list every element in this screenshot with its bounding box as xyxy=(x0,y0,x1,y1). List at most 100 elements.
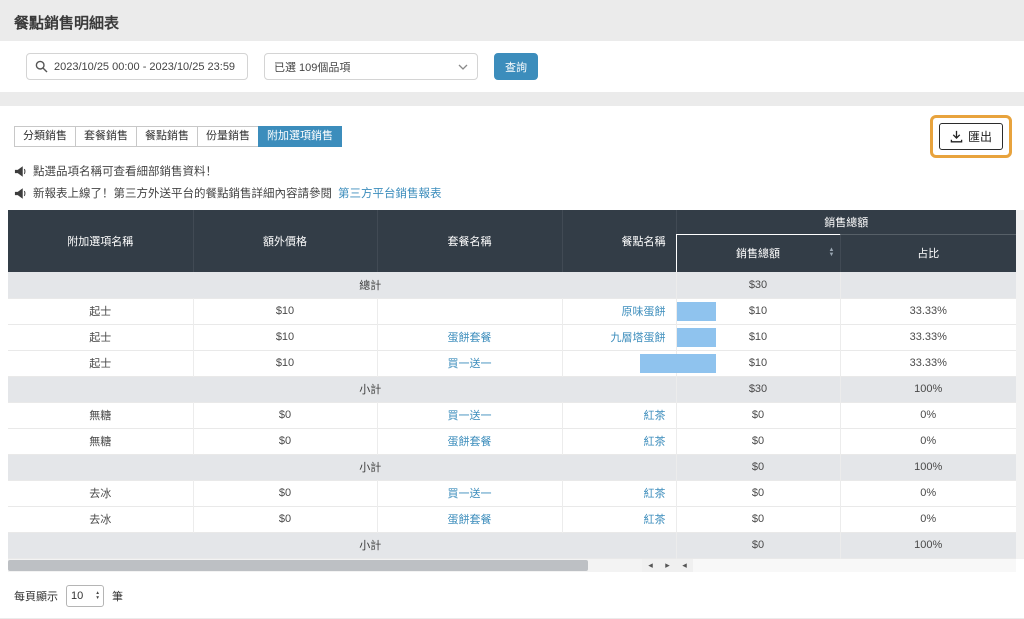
header-percentage: 占比 xyxy=(840,234,1016,272)
addon-name-cell: 無糖 xyxy=(8,402,193,428)
vertical-scrollbar[interactable] xyxy=(1016,210,1024,559)
meal-name-cell: 紅茶 xyxy=(562,428,676,454)
announcement-icon xyxy=(14,187,27,200)
combo-name-cell: 蛋餅套餐 xyxy=(377,324,562,350)
per-page-label: 每頁顯示 xyxy=(14,588,58,604)
tab-1[interactable]: 分類銷售 xyxy=(14,126,76,147)
summary-label-cell: 小計 xyxy=(8,376,676,402)
items-filter-select[interactable]: 已選 109個品項 xyxy=(264,53,478,80)
header-extra-price: 額外價格 xyxy=(193,210,377,272)
date-range-input[interactable]: 2023/10/25 00:00 - 2023/10/25 23:59 xyxy=(26,53,248,80)
meal-name-cell: 紅茶 xyxy=(562,506,676,532)
notice-line: 新報表上線了！第三方外送平台的餐點銷售詳細內容請參閱第三方平台銷售報表 xyxy=(14,182,1010,204)
tab-2[interactable]: 套餐銷售 xyxy=(75,126,137,147)
tab-5[interactable]: 附加選項銷售 xyxy=(258,126,342,147)
unit-label: 筆 xyxy=(112,588,123,604)
sales-total-cell: $30 xyxy=(676,376,840,402)
table-row: 起士 $10 買一送一 $10 33.33% xyxy=(8,350,1016,376)
addon-name-cell: 無糖 xyxy=(8,428,193,454)
tab-3[interactable]: 餐點銷售 xyxy=(136,126,198,147)
scroll-right-button[interactable]: ▸ xyxy=(659,559,676,572)
addon-name-cell: 去冰 xyxy=(8,506,193,532)
sales-total-cell: $30 xyxy=(676,272,840,298)
toolbar-row: 分類銷售套餐銷售餐點銷售份量銷售附加選項銷售 匯出 xyxy=(0,114,1024,158)
percentage-cell: 0% xyxy=(840,428,1016,454)
meal-name-cell: 原味蛋餅 xyxy=(562,298,676,324)
summary-label-cell: 總計 xyxy=(8,272,676,298)
per-page-input[interactable]: 10 ▴▾ xyxy=(66,585,104,607)
combo-name-link[interactable]: 蛋餅套餐 xyxy=(448,332,492,344)
sales-total-cell: $0 xyxy=(676,532,840,558)
scrollbar-right-pane[interactable]: ◂ xyxy=(676,559,1016,572)
page-title: 餐點銷售明細表 xyxy=(0,0,1024,41)
meal-name-cell: 紅茶 xyxy=(562,480,676,506)
extra-price-cell: $0 xyxy=(193,480,377,506)
meal-name-cell: 九層塔蛋餅 xyxy=(562,324,676,350)
tab-4[interactable]: 份量銷售 xyxy=(197,126,259,147)
notice-text: 點選品項名稱可查看細部銷售資料！ xyxy=(33,163,217,179)
meal-name-link[interactable]: 紅茶 xyxy=(644,514,666,526)
meal-name-link[interactable]: 紅茶 xyxy=(644,436,666,448)
combo-name-cell: 蛋餅套餐 xyxy=(377,428,562,454)
combo-name-cell xyxy=(377,298,562,324)
meal-name-link[interactable]: 九層塔蛋餅 xyxy=(611,332,666,344)
percentage-cell: 100% xyxy=(840,376,1016,402)
sales-total-cell: $0 xyxy=(676,454,840,480)
notice-line: 點選品項名稱可查看細部銷售資料！ xyxy=(14,160,1010,182)
meal-name-link[interactable]: 原味蛋餅 xyxy=(622,306,666,318)
scroll-left-button-right-pane[interactable]: ◂ xyxy=(676,559,693,572)
chevron-down-icon xyxy=(458,64,468,70)
extra-price-cell: $10 xyxy=(193,324,377,350)
sales-total-cell: $0 xyxy=(676,506,840,532)
header-sales-total[interactable]: 銷售總額 ▲▼ xyxy=(676,234,840,272)
summary-row: 小計 $0 100% xyxy=(8,454,1016,480)
combo-name-link[interactable]: 買一送一 xyxy=(448,410,492,422)
header-combo-name: 套餐名稱 xyxy=(377,210,562,272)
scrollbar-left-pane[interactable]: ◂ ▸ xyxy=(8,559,676,572)
percentage-cell: 33.33% xyxy=(840,298,1016,324)
extra-price-cell: $0 xyxy=(193,428,377,454)
percentage-cell xyxy=(840,272,1016,298)
notices: 點選品項名稱可查看細部銷售資料！ 新報表上線了！第三方外送平台的餐點銷售詳細內容… xyxy=(0,158,1024,204)
spinner-arrows-icon[interactable]: ▴▾ xyxy=(96,591,99,600)
pagination: 每頁顯示 10 ▴▾ 筆 xyxy=(14,584,1010,608)
header-addon-name: 附加選項名稱 xyxy=(8,210,193,272)
meal-name-link[interactable]: 紅茶 xyxy=(644,410,666,422)
combo-name-link[interactable]: 買一送一 xyxy=(448,358,492,370)
sales-total-cell: $0 xyxy=(676,402,840,428)
search-button[interactable]: 查詢 xyxy=(494,53,538,80)
percentage-cell: 100% xyxy=(840,532,1016,558)
combo-name-cell: 買一送一 xyxy=(377,350,562,376)
announcement-icon xyxy=(14,165,27,178)
download-icon xyxy=(950,130,963,143)
combo-name-cell: 買一送一 xyxy=(377,480,562,506)
header-meal-name: 餐點名稱 xyxy=(562,210,676,272)
sort-icon[interactable]: ▲▼ xyxy=(829,248,835,258)
scroll-left-button[interactable]: ◂ xyxy=(642,559,659,572)
combo-name-cell: 買一送一 xyxy=(377,402,562,428)
sales-total-cell: $0 xyxy=(676,480,840,506)
extra-price-cell: $0 xyxy=(193,402,377,428)
table-body: 總計 $30 起士 $10 原味蛋餅 $10 33.33% 起士 $10 蛋餅套… xyxy=(8,272,1016,558)
meal-name-cell xyxy=(562,350,676,376)
horizontal-scrollbar: ◂ ▸ ◂ xyxy=(8,559,1016,572)
combo-name-link[interactable]: 買一送一 xyxy=(448,488,492,500)
header-sales-group: 銷售總額 xyxy=(676,210,1016,234)
sales-total-cell: $0 xyxy=(676,428,840,454)
meal-name-link[interactable]: 紅茶 xyxy=(644,488,666,500)
combo-name-link[interactable]: 蛋餅套餐 xyxy=(448,514,492,526)
extra-price-cell: $0 xyxy=(193,506,377,532)
date-range-value: 2023/10/25 00:00 - 2023/10/25 23:59 xyxy=(54,61,235,73)
search-icon xyxy=(35,60,48,73)
combo-name-link[interactable]: 蛋餅套餐 xyxy=(448,436,492,448)
sales-table: 附加選項名稱 額外價格 套餐名稱 餐點名稱 銷售總額 銷售總額 ▲▼ 占比 總計… xyxy=(8,210,1016,559)
addon-name-cell: 去冰 xyxy=(8,480,193,506)
summary-row: 總計 $30 xyxy=(8,272,1016,298)
per-page-value: 10 xyxy=(71,590,83,602)
percentage-cell: 0% xyxy=(840,402,1016,428)
third-party-report-link[interactable]: 第三方平台銷售報表 xyxy=(338,185,442,201)
scrollbar-thumb[interactable] xyxy=(8,560,588,571)
items-filter-value: 已選 109個品項 xyxy=(274,59,350,75)
table-row: 無糖 $0 買一送一 紅茶 $0 0% xyxy=(8,402,1016,428)
export-button[interactable]: 匯出 xyxy=(939,123,1003,150)
